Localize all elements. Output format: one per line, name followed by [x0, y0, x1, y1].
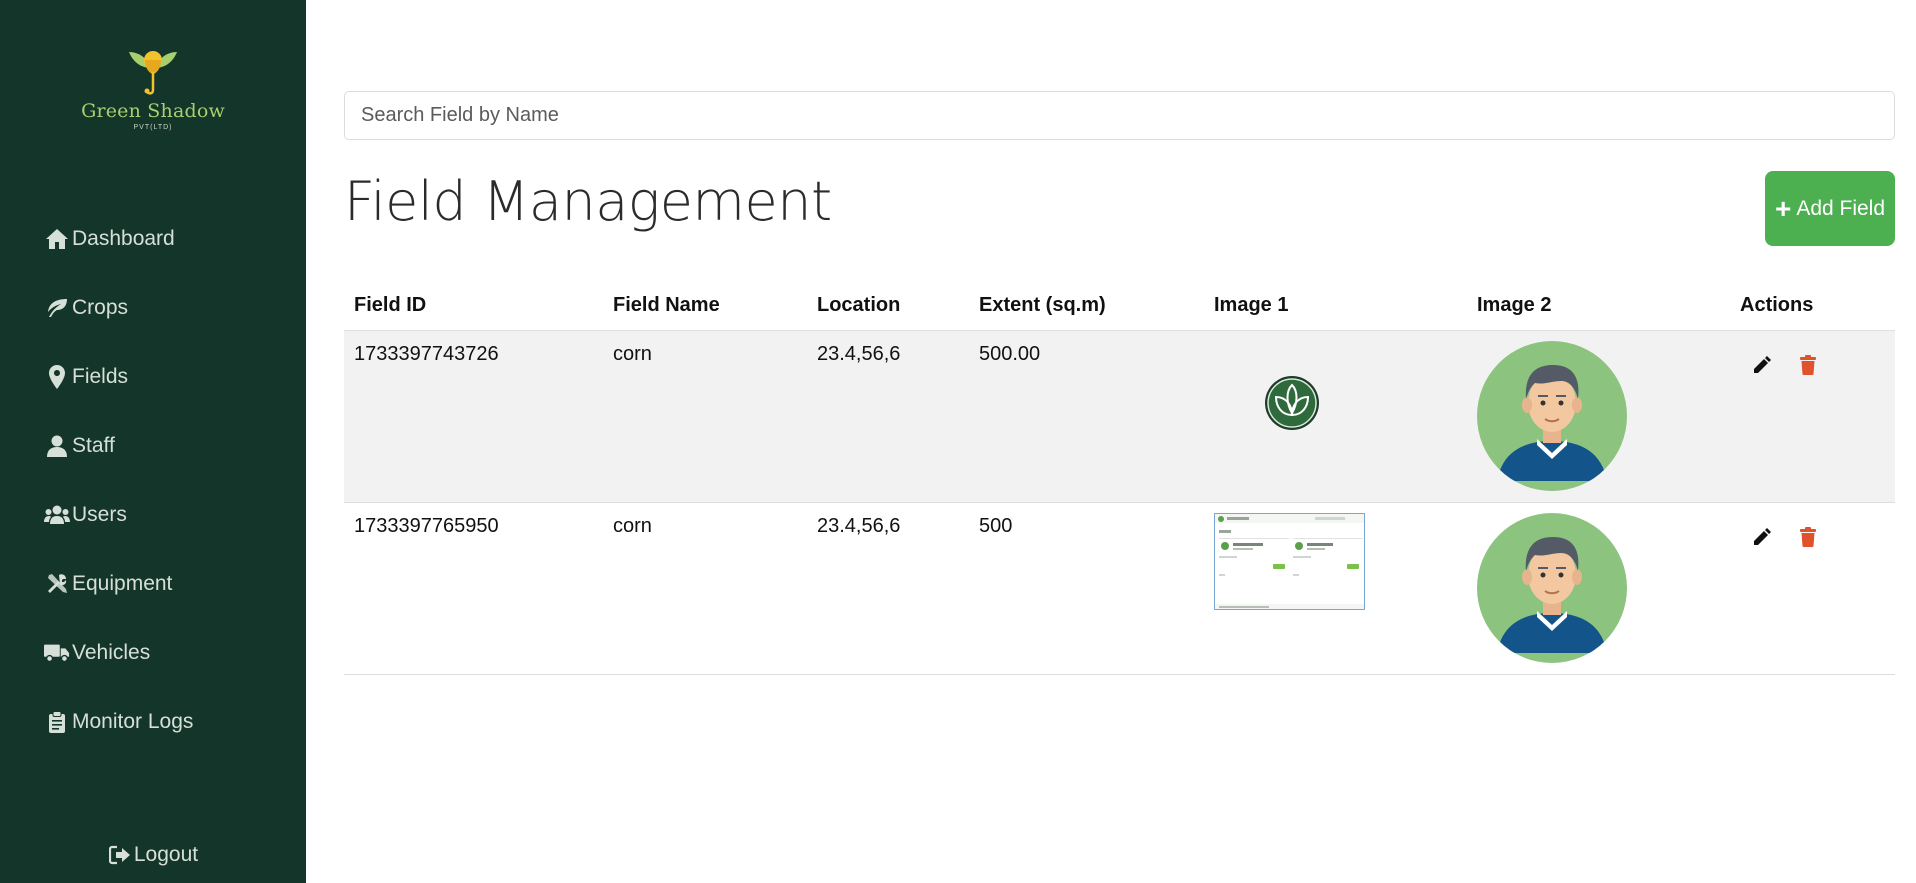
- sidebar-item-vehicles[interactable]: Vehicles: [44, 618, 193, 687]
- screenshot-thumbnail-image: [1214, 512, 1365, 610]
- logout-label: Logout: [133, 843, 199, 866]
- delete-trash-icon[interactable]: [1796, 525, 1820, 549]
- sidebar: Green Shadow PVT(LTD) Dashboard Crops Fi…: [0, 0, 306, 883]
- edit-pencil-icon[interactable]: [1750, 525, 1774, 549]
- brand-logo: Green Shadow PVT(LTD): [0, 46, 306, 131]
- tools-icon: [44, 571, 70, 597]
- header-image-1: Image 1: [1204, 281, 1467, 331]
- logout-button[interactable]: Logout: [0, 843, 306, 867]
- cell-image-2: [1467, 502, 1730, 675]
- sidebar-nav: Dashboard Crops Fields Staff Users Equip…: [44, 204, 193, 756]
- cell-field-name: corn: [603, 330, 807, 503]
- home-icon: [44, 226, 70, 252]
- brand-subtitle: PVT(LTD): [133, 124, 173, 131]
- app: Green Shadow PVT(LTD) Dashboard Crops Fi…: [0, 0, 1916, 883]
- cell-actions: [1730, 330, 1895, 503]
- header-actions: Actions: [1730, 281, 1895, 331]
- page-title: Field Management: [344, 170, 832, 233]
- cell-location: 23.4,56,6: [807, 330, 969, 503]
- sidebar-item-label: Dashboard: [72, 226, 175, 250]
- row-actions: [1740, 515, 1885, 549]
- cell-image-2: [1467, 330, 1730, 503]
- sidebar-item-dashboard[interactable]: Dashboard: [44, 204, 193, 273]
- table-row: 1733397765950 corn 23.4,56,6 500: [344, 502, 1895, 675]
- sidebar-item-staff[interactable]: Staff: [44, 411, 193, 480]
- search-input[interactable]: [344, 91, 1895, 140]
- header-field-name: Field Name: [603, 281, 807, 331]
- user-icon: [44, 433, 70, 459]
- main-content: Field Management + Add Field Field ID Fi…: [306, 0, 1916, 883]
- sign-out-icon: [108, 843, 132, 867]
- header-extent: Extent (sq.m): [969, 281, 1204, 331]
- users-icon: [44, 502, 70, 528]
- sidebar-item-monitor-logs[interactable]: Monitor Logs: [44, 687, 193, 756]
- cell-field-id: 1733397765950: [344, 502, 603, 675]
- row-actions: [1740, 343, 1885, 377]
- sidebar-item-fields[interactable]: Fields: [44, 342, 193, 411]
- plus-icon: +: [1774, 192, 1792, 224]
- edit-pencil-icon[interactable]: [1750, 353, 1774, 377]
- leaf-icon: [44, 295, 70, 321]
- avatar-image: [1477, 340, 1627, 491]
- fields-table: Field ID Field Name Location Extent (sq.…: [344, 281, 1895, 675]
- truck-icon: [44, 640, 70, 666]
- sidebar-item-crops[interactable]: Crops: [44, 273, 193, 342]
- sidebar-item-label: Users: [72, 502, 127, 526]
- map-marker-icon: [44, 364, 70, 390]
- header-image-2: Image 2: [1467, 281, 1730, 331]
- cell-extent: 500: [969, 502, 1204, 675]
- table-row: 1733397743726 corn 23.4,56,6 500.00: [344, 330, 1895, 503]
- sidebar-item-equipment[interactable]: Equipment: [44, 549, 193, 618]
- sidebar-item-label: Monitor Logs: [72, 709, 194, 733]
- leaf-logo-image: [1265, 375, 1319, 430]
- header-location: Location: [807, 281, 969, 331]
- sidebar-item-label: Staff: [72, 433, 115, 457]
- cell-location: 23.4,56,6: [807, 502, 969, 675]
- cell-actions: [1730, 502, 1895, 675]
- sidebar-item-label: Equipment: [72, 571, 173, 595]
- cell-field-id: 1733397743726: [344, 330, 603, 503]
- add-field-label: Add Field: [1796, 196, 1886, 220]
- sidebar-item-label: Vehicles: [72, 640, 151, 664]
- sidebar-item-label: Crops: [72, 295, 129, 319]
- cell-image-1: [1204, 502, 1467, 675]
- clipboard-icon: [44, 709, 70, 735]
- sidebar-item-users[interactable]: Users: [44, 480, 193, 549]
- sidebar-item-label: Fields: [72, 364, 129, 388]
- cell-extent: 500.00: [969, 330, 1204, 503]
- cell-field-name: corn: [603, 502, 807, 675]
- table-header-row: Field ID Field Name Location Extent (sq.…: [344, 281, 1895, 331]
- sunflower-logo-icon: [129, 51, 177, 95]
- delete-trash-icon[interactable]: [1796, 353, 1820, 377]
- avatar-image: [1477, 512, 1627, 663]
- add-field-button[interactable]: + Add Field: [1765, 171, 1895, 246]
- header-field-id: Field ID: [344, 281, 603, 331]
- brand-name: Green Shadow: [81, 100, 225, 122]
- cell-image-1: [1204, 330, 1467, 503]
